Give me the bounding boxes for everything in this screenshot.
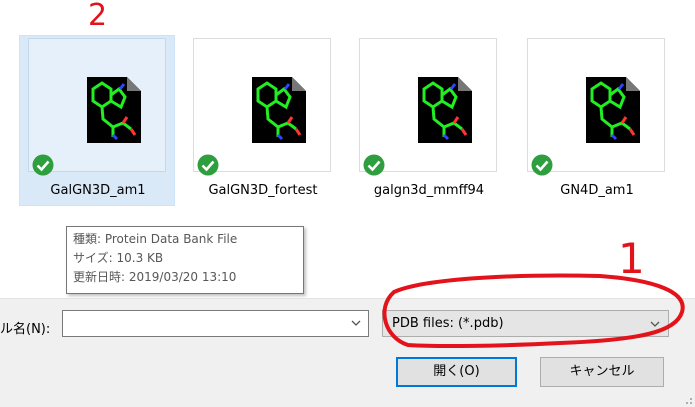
- cancel-button[interactable]: キャンセル: [540, 357, 664, 387]
- file-thumbnail-frame: [359, 38, 497, 176]
- file-item-galgn3d-fortest[interactable]: GalGN3D_fortest: [184, 35, 340, 206]
- tooltip-file-size: サイズ: 10.3 KB: [73, 251, 164, 265]
- tooltip-date-modified: 更新日時: 2019/03/20 13:10: [73, 270, 237, 284]
- annotation-number-1: 1: [618, 234, 645, 283]
- sync-check-icon: [363, 154, 385, 176]
- file-info-tooltip: 種類: Protein Data Bank File サイズ: 10.3 KB …: [66, 226, 304, 294]
- dialog-bottom-panel: ル名(N): PDB files: (*.pdb) 開く(O) キャンセル: [0, 298, 695, 407]
- pdb-file-icon: [586, 77, 640, 143]
- filetype-select[interactable]: PDB files: (*.pdb): [382, 310, 669, 337]
- annotation-number-2: 2: [88, 0, 107, 33]
- file-item-galgn3d-mmff94[interactable]: galgn3d_mmff94: [350, 35, 506, 206]
- filename-input[interactable]: [62, 310, 369, 337]
- tooltip-file-type: 種類: Protein Data Bank File: [73, 232, 238, 246]
- pdb-file-icon: [252, 77, 306, 143]
- filetype-selected-value: PDB files: (*.pdb): [392, 316, 504, 331]
- file-name: GalGN3D_am1: [50, 183, 146, 198]
- pdb-file-icon: [418, 77, 472, 143]
- file-thumbnail-frame: [28, 38, 166, 176]
- open-button[interactable]: 開く(O): [396, 357, 517, 387]
- pdb-file-icon: [87, 77, 141, 143]
- file-name: galgn3d_mmff94: [373, 183, 485, 198]
- sync-check-icon: [531, 154, 553, 176]
- chevron-down-icon[interactable]: [351, 318, 361, 328]
- file-item-galgn3d-am1[interactable]: GalGN3D_am1: [19, 35, 175, 206]
- resize-grip-icon[interactable]: [683, 395, 693, 405]
- file-name: GalGN3D_fortest: [208, 183, 318, 198]
- file-thumbnail-frame: [527, 38, 665, 176]
- file-item-gn4d-am1[interactable]: GN4D_am1: [518, 35, 674, 206]
- file-name: GN4D_am1: [560, 183, 634, 198]
- file-thumbnail-frame: [193, 38, 331, 176]
- chevron-down-icon: [650, 321, 660, 327]
- sync-check-icon: [197, 154, 219, 176]
- filename-label: ル名(N):: [0, 322, 51, 337]
- sync-check-icon: [32, 154, 54, 176]
